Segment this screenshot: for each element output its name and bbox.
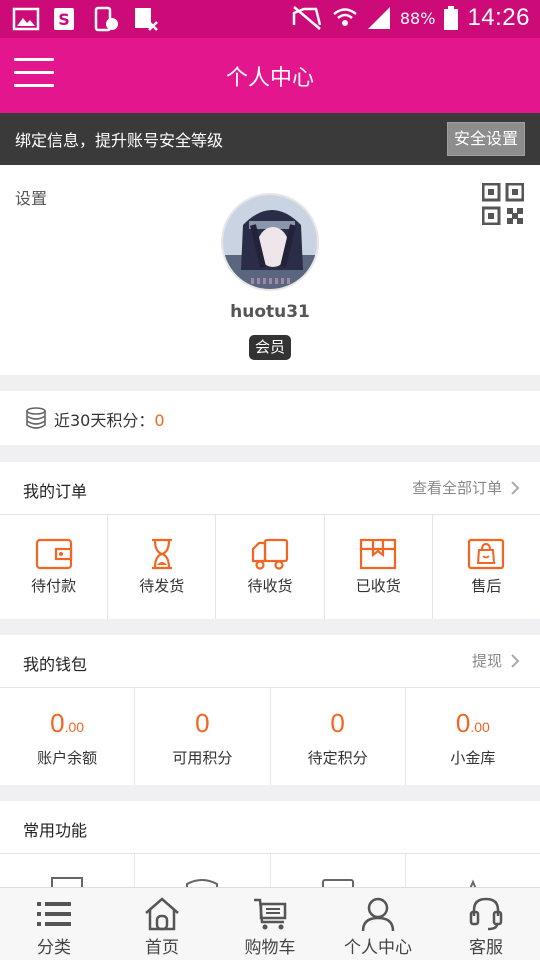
wallet-value: 0 (135, 708, 269, 739)
wallet-value-dec: .00 (470, 719, 490, 735)
clock: 14:26 (467, 4, 530, 31)
withdraw-link[interactable]: 提现 (472, 650, 520, 671)
list-icon (37, 902, 71, 926)
order-pending-shipment[interactable]: 待发货 (108, 515, 217, 619)
qr-code-icon[interactable] (482, 183, 524, 225)
orders-header: 我的订单 查看全部订单 (0, 462, 540, 515)
phone-clock-icon (94, 6, 118, 32)
tab-cart[interactable]: 购物车 (216, 888, 324, 960)
gallery-icon (12, 7, 40, 31)
signal-icon (367, 7, 390, 29)
bind-info-text: 绑定信息，提升账号安全等级 (15, 131, 224, 150)
wallet-value-int: 0 (455, 708, 471, 738)
coins-icon (26, 407, 46, 429)
wallet-value-int: 0 (50, 708, 65, 738)
tab-label: 购物车 (244, 938, 296, 958)
truck-icon (251, 538, 289, 570)
view-all-orders-link[interactable]: 查看全部订单 (412, 477, 520, 498)
wallet-value: 0.00 (0, 708, 134, 739)
order-label: 待付款 (31, 577, 77, 595)
home-icon (145, 897, 179, 931)
battery-icon (444, 6, 459, 30)
wallet-label: 可用积分 (172, 749, 233, 767)
wallet-value-int: 0 (330, 708, 345, 738)
wallet-value: 0 (271, 708, 405, 739)
wallet-value-dec: .00 (64, 719, 85, 735)
tab-label: 首页 (145, 938, 179, 958)
app-header: 个人中心 (0, 38, 540, 113)
order-label: 待发货 (139, 577, 185, 595)
tab-customer-service[interactable]: 客服 (432, 888, 540, 960)
common-functions-header: 常用功能 (0, 801, 540, 854)
svg-text:S: S (58, 10, 70, 29)
points-label-text: 近30天积分： (54, 411, 155, 430)
wallet-label: 待定积分 (307, 749, 368, 767)
battery-percent: 88% (399, 8, 436, 28)
person-icon (361, 897, 395, 932)
member-badge: 会员 (249, 335, 291, 360)
avatar[interactable] (221, 193, 319, 291)
tab-category[interactable]: 分类 (0, 888, 108, 960)
wallet-label: 小金库 (450, 749, 496, 767)
order-after-sales[interactable]: 售后 (433, 515, 540, 619)
wifi-icon (333, 8, 357, 26)
orders-grid: 待付款 待发货 待收货 已收货 售后 (0, 515, 540, 619)
wallet-value: 0.00 (406, 708, 540, 739)
wallet-value-int: 0 (195, 708, 210, 738)
order-label: 待收货 (247, 577, 293, 595)
chevron-right-icon (511, 480, 520, 495)
order-received[interactable]: 已收货 (325, 515, 433, 619)
points-label: 近30天积分：0 (54, 407, 165, 431)
headset-icon (469, 897, 503, 931)
wallet-vault[interactable]: 0.00 小金库 (406, 688, 540, 785)
profile-card: 设置 huotu31 会员 (0, 165, 540, 375)
cart-icon (254, 898, 287, 930)
wallet-icon (35, 538, 72, 570)
view-all-orders-label: 查看全部订单 (411, 479, 502, 497)
wallet-pending-points[interactable]: 0 待定积分 (271, 688, 406, 785)
tab-home[interactable]: 首页 (108, 888, 216, 960)
security-settings-button[interactable]: 安全设置 (447, 122, 525, 156)
wallet-available-points[interactable]: 0 可用积分 (135, 688, 271, 785)
wallet-balance[interactable]: 0.00 账户余额 (0, 688, 136, 785)
order-label: 已收货 (355, 577, 401, 595)
bag-icon (468, 538, 505, 570)
common-functions-title: 常用功能 (23, 821, 88, 840)
tab-label: 客服 (469, 938, 503, 958)
tab-label: 分类 (37, 938, 71, 958)
avatar-image (223, 195, 317, 289)
orders-title: 我的订单 (23, 482, 88, 501)
withdraw-label: 提现 (471, 652, 502, 670)
points-value: 0 (154, 411, 165, 430)
package-icon (360, 538, 397, 570)
app-s-icon: S (54, 8, 74, 30)
wallet-header: 我的钱包 提现 (0, 635, 540, 688)
order-pending-receipt[interactable]: 待收货 (216, 515, 325, 619)
chevron-right-icon (511, 653, 520, 668)
status-bar: S 88% 14:26 (0, 0, 540, 38)
settings-link[interactable]: 设置 (15, 185, 47, 209)
hourglass-icon (151, 538, 172, 570)
page-title: 个人中心 (225, 66, 314, 91)
points-row[interactable]: 近30天积分：0 (0, 391, 540, 445)
wallet-grid: 0.00 账户余额 0 可用积分 0 待定积分 0.00 小金库 (0, 688, 540, 785)
tab-profile[interactable]: 个人中心 (324, 888, 432, 960)
tab-label: 个人中心 (344, 938, 412, 958)
bind-info-bar: 绑定信息，提升账号安全等级 安全设置 (0, 113, 540, 165)
app-x-icon (135, 8, 158, 31)
bottom-tab-bar: 分类 首页 购物车 个人中心 客服 (0, 887, 540, 960)
order-label: 售后 (471, 577, 502, 595)
username: huotu31 (230, 302, 310, 322)
mute-icon (292, 6, 322, 30)
wallet-label: 账户余额 (37, 749, 98, 767)
order-pending-payment[interactable]: 待付款 (0, 515, 109, 619)
wallet-title: 我的钱包 (23, 655, 88, 674)
